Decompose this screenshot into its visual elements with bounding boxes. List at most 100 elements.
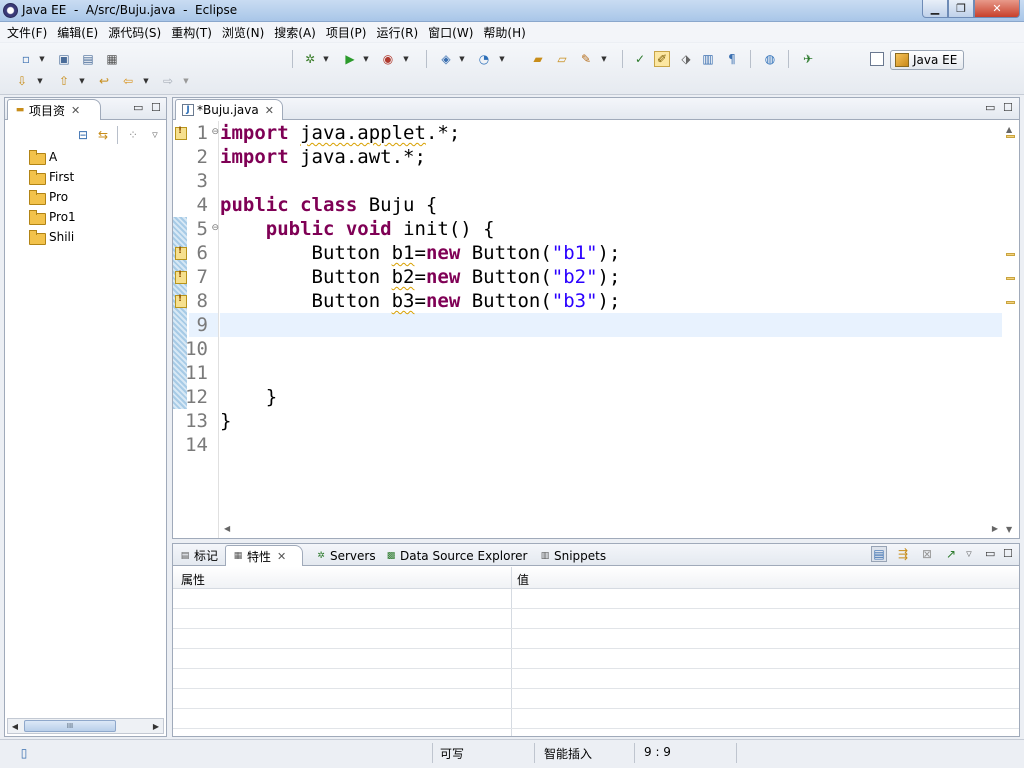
- search-icon[interactable]: ✎: [578, 51, 594, 67]
- warning-overview-mark[interactable]: [1006, 135, 1015, 138]
- open-perspective-icon[interactable]: [870, 52, 884, 66]
- search-dropdown-icon[interactable]: ▼: [600, 51, 608, 67]
- toggle-mark-occurrences-icon[interactable]: ✓: [632, 51, 648, 67]
- external-tools-icon[interactable]: ◉: [380, 51, 396, 67]
- next-annotation-dropdown-icon[interactable]: ▼: [36, 73, 44, 89]
- tree-item-project[interactable]: Pro: [29, 187, 68, 207]
- show-whitespace-icon[interactable]: ▥: [700, 51, 716, 67]
- last-edit-location-icon[interactable]: ↩: [96, 73, 112, 89]
- save-all-icon[interactable]: ▤: [80, 51, 96, 67]
- overview-ruler[interactable]: ▲ ▼: [1002, 121, 1019, 538]
- column-header-property[interactable]: 属性: [181, 571, 205, 588]
- warning-overview-mark[interactable]: [1006, 301, 1015, 304]
- horizontal-scrollbar[interactable]: ◀ III ▶: [7, 718, 164, 734]
- fold-collapse-icon[interactable]: ⊖: [211, 127, 219, 137]
- next-annotation-icon[interactable]: ⇩: [14, 73, 30, 89]
- maximize-view-icon[interactable]: ☐: [151, 101, 161, 114]
- warning-icon[interactable]: [175, 126, 187, 140]
- tree-item-project[interactable]: First: [29, 167, 74, 187]
- scroll-right-icon[interactable]: ▶: [149, 719, 163, 733]
- new-class-dropdown-icon[interactable]: ▼: [498, 51, 506, 67]
- minimize-view-icon[interactable]: ▭: [985, 101, 995, 114]
- previous-annotation-icon[interactable]: ⇧: [56, 73, 72, 89]
- block-selection-icon[interactable]: ⬗: [678, 51, 694, 67]
- warning-overview-mark[interactable]: [1006, 277, 1015, 280]
- new-dropdown-icon[interactable]: ▼: [38, 51, 46, 67]
- tab-servers[interactable]: ✲ Servers: [309, 545, 382, 566]
- tab-buju-java[interactable]: J *Buju.java ✕: [175, 99, 283, 120]
- pin-icon[interactable]: ↗: [943, 546, 959, 562]
- fast-view-icon[interactable]: ▯: [16, 745, 32, 761]
- scroll-right-icon[interactable]: ▶: [992, 524, 998, 533]
- run-on-server-icon[interactable]: ✈: [800, 51, 816, 67]
- forward-dropdown-icon[interactable]: ▼: [182, 73, 190, 89]
- new-server-dropdown-icon[interactable]: ▼: [458, 51, 466, 67]
- close-icon[interactable]: ✕: [71, 104, 80, 117]
- scroll-down-icon[interactable]: ▼: [1006, 525, 1012, 534]
- collapse-all-icon[interactable]: ⊟: [75, 127, 91, 143]
- warning-icon[interactable]: [175, 294, 187, 308]
- menu-search[interactable]: 搜索(A): [269, 24, 321, 41]
- new-class-icon[interactable]: ◔: [476, 51, 492, 67]
- menu-navigate[interactable]: 浏览(N): [217, 24, 269, 41]
- scroll-up-icon[interactable]: ▲: [1006, 125, 1012, 134]
- column-header-value[interactable]: 值: [517, 571, 529, 588]
- scroll-thumb[interactable]: III: [24, 720, 116, 732]
- forward-icon[interactable]: ⇨: [160, 73, 176, 89]
- show-categories-icon[interactable]: ▤: [871, 546, 887, 562]
- menu-edit[interactable]: 编辑(E): [52, 24, 103, 41]
- tree-item-project[interactable]: Shili: [29, 227, 74, 247]
- minimize-button[interactable]: ▁: [922, 0, 948, 18]
- save-icon[interactable]: ▣: [56, 51, 72, 67]
- code-editor[interactable]: import java.applet.*; import java.awt.*;…: [220, 121, 1002, 538]
- menu-source[interactable]: 源代码(S): [103, 24, 166, 41]
- highlight-icon[interactable]: ✐: [654, 51, 670, 67]
- tab-properties[interactable]: ▦ 特性 ✕: [225, 545, 303, 566]
- open-folder-icon[interactable]: ▱: [554, 51, 570, 67]
- perspective-java-ee[interactable]: Java EE: [890, 50, 964, 70]
- close-icon[interactable]: ✕: [265, 104, 274, 117]
- filter-icon[interactable]: ⁘: [125, 127, 141, 143]
- tree-item-project[interactable]: Pro1: [29, 207, 76, 227]
- scroll-left-icon[interactable]: ◀: [224, 524, 230, 533]
- maximize-view-icon[interactable]: ☐: [1003, 547, 1013, 560]
- annotation-gutter[interactable]: [173, 121, 189, 538]
- editor-horizontal-scrollbar[interactable]: ◀ ▶: [220, 524, 1002, 538]
- maximize-button[interactable]: ❐: [948, 0, 974, 18]
- link-with-editor-icon[interactable]: ⇆: [95, 127, 111, 143]
- warning-overview-mark[interactable]: [1006, 253, 1015, 256]
- previous-annotation-dropdown-icon[interactable]: ▼: [78, 73, 86, 89]
- back-dropdown-icon[interactable]: ▼: [142, 73, 150, 89]
- run-dropdown-icon[interactable]: ▼: [362, 51, 370, 67]
- back-icon[interactable]: ⇦: [120, 73, 136, 89]
- debug-dropdown-icon[interactable]: ▼: [322, 51, 330, 67]
- globe-icon[interactable]: ◍: [762, 51, 778, 67]
- external-tools-dropdown-icon[interactable]: ▼: [402, 51, 410, 67]
- menu-file[interactable]: 文件(F): [2, 24, 52, 41]
- scroll-left-icon[interactable]: ◀: [8, 719, 22, 733]
- close-button[interactable]: ✕: [974, 0, 1020, 18]
- close-icon[interactable]: ✕: [277, 550, 286, 563]
- restore-default-icon[interactable]: ⊠: [919, 546, 935, 562]
- warning-icon[interactable]: [175, 270, 187, 284]
- warning-icon[interactable]: [175, 246, 187, 260]
- menu-refactor[interactable]: 重构(T): [166, 24, 217, 41]
- debug-icon[interactable]: ✲: [302, 51, 318, 67]
- tab-markers[interactable]: ▤ 标记: [173, 545, 224, 566]
- tree-item-project[interactable]: A: [29, 147, 57, 167]
- fold-collapse-icon[interactable]: ⊖: [211, 223, 219, 233]
- print-icon[interactable]: ▦: [104, 51, 120, 67]
- tab-snippets[interactable]: ▥ Snippets: [533, 545, 612, 566]
- view-menu-icon[interactable]: ▽: [965, 546, 973, 562]
- new-server-icon[interactable]: ◈: [438, 51, 454, 67]
- open-type-icon[interactable]: ▰: [530, 51, 546, 67]
- menu-run[interactable]: 运行(R): [371, 24, 423, 41]
- tab-data-source-explorer[interactable]: ▩ Data Source Explorer: [379, 545, 533, 566]
- menu-project[interactable]: 项目(P): [321, 24, 372, 41]
- run-icon[interactable]: ▶: [342, 51, 358, 67]
- view-menu-icon[interactable]: ▽: [151, 127, 159, 143]
- tab-project-explorer[interactable]: ▬ 项目资 ✕: [7, 99, 101, 120]
- new-icon[interactable]: ▫: [18, 51, 34, 67]
- show-advanced-icon[interactable]: ⇶: [895, 546, 911, 562]
- menu-window[interactable]: 窗口(W): [423, 24, 478, 41]
